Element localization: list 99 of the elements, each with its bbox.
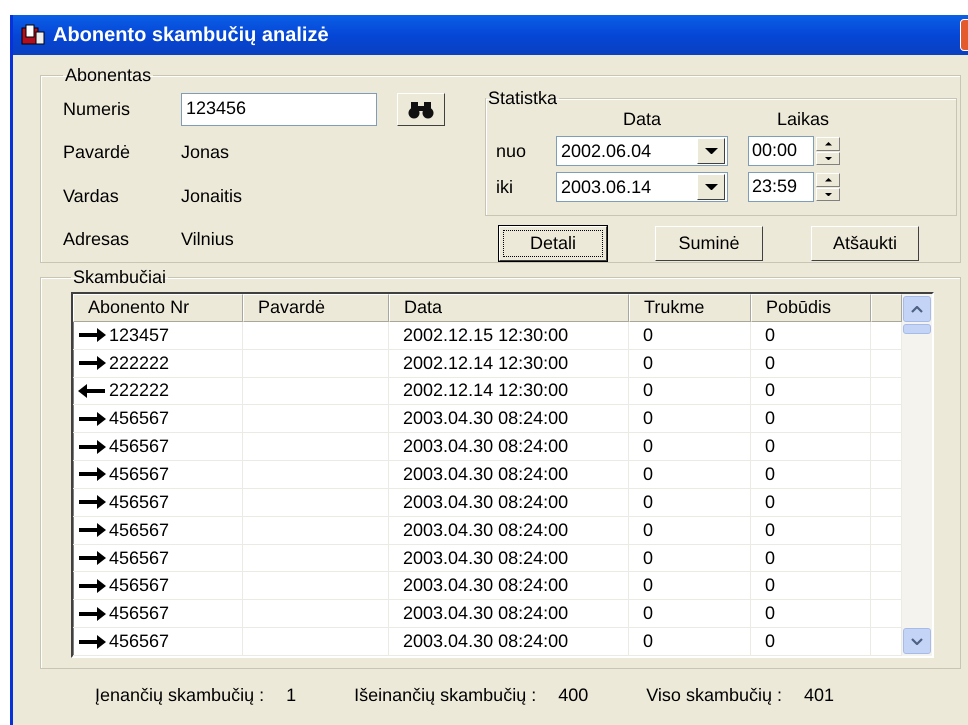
table-cell: 2003.04.30 08:24:00 bbox=[389, 405, 629, 434]
summary-label: Įenančių skambučių : bbox=[95, 685, 264, 706]
dropdown-arrow-icon bbox=[704, 184, 718, 190]
binoculars-icon bbox=[408, 100, 434, 119]
table-cell: 0 bbox=[629, 378, 751, 406]
summary-label: Viso skambučių : bbox=[646, 685, 782, 706]
table-cell: 2003.04.30 08:24:00 bbox=[389, 488, 629, 517]
search-button[interactable] bbox=[397, 93, 445, 126]
table-cell: 0 bbox=[629, 461, 751, 489]
table-cell: 456567 bbox=[73, 516, 243, 545]
field-label: Numeris bbox=[63, 98, 132, 122]
table-cell: 0 bbox=[629, 516, 751, 545]
table-cell: 2003.04.30 08:24:00 bbox=[389, 628, 629, 656]
table-cell: 123457 bbox=[73, 322, 243, 350]
table-cell: 2003.04.30 08:24:00 bbox=[389, 544, 629, 572]
dialog-button[interactable]: Detali bbox=[499, 226, 607, 261]
table-cell: 0 bbox=[629, 433, 751, 462]
up-arrow-icon bbox=[824, 178, 832, 182]
dropdown-arrow-icon bbox=[704, 148, 718, 154]
column-header[interactable]: Pavardė bbox=[243, 294, 389, 322]
table-cell: 456567 bbox=[73, 544, 243, 572]
window-title: Abonento skambučių analizė bbox=[53, 24, 329, 46]
table-cell: 0 bbox=[751, 322, 871, 350]
scrollbar[interactable] bbox=[902, 294, 932, 656]
table-cell: 2002.12.14 12:30:00 bbox=[389, 350, 629, 378]
spin-button[interactable] bbox=[816, 173, 840, 201]
date-dropdown[interactable]: 2002.06.04 bbox=[556, 136, 728, 166]
column-header[interactable]: Data bbox=[389, 294, 629, 322]
table-cell: 456567 bbox=[73, 600, 243, 628]
table-cell: 456567 bbox=[73, 572, 243, 600]
table-cell: 0 bbox=[751, 516, 871, 545]
table-cell: 2002.12.14 12:30:00 bbox=[389, 378, 629, 406]
table-cell: 0 bbox=[751, 572, 871, 600]
column-header[interactable]: Trukme bbox=[629, 294, 751, 322]
scroll-down-button[interactable] bbox=[903, 628, 931, 654]
field-value: Jonas bbox=[181, 141, 230, 164]
chevron-up-icon bbox=[911, 306, 923, 312]
field-value: Vilnius bbox=[181, 228, 235, 251]
column-header: Laikas bbox=[776, 109, 830, 130]
table-cell: 0 bbox=[751, 433, 871, 462]
table-cell: 0 bbox=[629, 600, 751, 628]
table-cell: 456567 bbox=[73, 405, 243, 434]
table-cell: 456567 bbox=[73, 461, 243, 489]
table-cell: 2003.04.30 08:24:00 bbox=[389, 433, 629, 462]
dialog-button[interactable]: Suminė bbox=[655, 226, 763, 261]
up-arrow-icon bbox=[824, 142, 832, 146]
number-input[interactable]: 123456 bbox=[181, 93, 377, 126]
column-header[interactable]: Pobūdis bbox=[751, 294, 871, 322]
down-arrow-icon bbox=[824, 156, 832, 160]
field-label: Adresas bbox=[63, 228, 130, 251]
field-value: Jonaitis bbox=[181, 184, 244, 208]
summary-label: Išeinančių skambučių : bbox=[354, 685, 536, 706]
down-arrow-icon bbox=[824, 192, 832, 196]
summary-value: 401 bbox=[804, 685, 834, 706]
table-cell: 2003.04.30 08:24:00 bbox=[389, 600, 629, 628]
table-cell: 0 bbox=[751, 628, 871, 656]
field-label: Pavardė bbox=[63, 141, 132, 164]
table-cell: 0 bbox=[751, 544, 871, 572]
table-cell: 0 bbox=[629, 350, 751, 378]
scroll-up-button[interactable] bbox=[903, 296, 931, 322]
column-header[interactable]: Abonento Nr bbox=[73, 294, 243, 322]
table-cell: 222222 bbox=[73, 350, 243, 378]
summary-value: 400 bbox=[558, 685, 588, 706]
table-cell: 456567 bbox=[73, 488, 243, 517]
table-cell: 0 bbox=[629, 322, 751, 350]
group-legend: Abonentas bbox=[63, 65, 154, 86]
group-legend: Skambučiai bbox=[71, 267, 168, 288]
table-cell: 0 bbox=[629, 544, 751, 572]
table-cell: 456567 bbox=[73, 628, 243, 656]
table-cell: 0 bbox=[751, 350, 871, 378]
time-field[interactable]: 23:59 bbox=[748, 172, 814, 202]
chevron-down-icon bbox=[911, 638, 923, 644]
table-cell: 2002.12.15 12:30:00 bbox=[389, 322, 629, 350]
table-cell: 2003.04.30 08:24:00 bbox=[389, 572, 629, 600]
table-cell: 0 bbox=[629, 572, 751, 600]
range-label: nuo bbox=[496, 140, 528, 162]
dialog-button[interactable]: Atšaukti bbox=[811, 226, 919, 261]
table-cell: 0 bbox=[751, 488, 871, 517]
group-legend: Statistka bbox=[486, 88, 560, 109]
table-cell: 0 bbox=[629, 488, 751, 517]
table-cell: 456567 bbox=[73, 433, 243, 462]
table-cell: 0 bbox=[751, 378, 871, 406]
table-cell: 0 bbox=[751, 461, 871, 489]
table-cell: 0 bbox=[629, 405, 751, 434]
table-cell: 0 bbox=[751, 405, 871, 434]
scroll-thumb[interactable] bbox=[903, 324, 931, 334]
date-dropdown[interactable]: 2003.06.14 bbox=[556, 172, 728, 202]
table-cell: 2003.04.30 08:24:00 bbox=[389, 461, 629, 489]
spin-button[interactable] bbox=[816, 137, 840, 165]
table-cell: 0 bbox=[629, 628, 751, 656]
summary-value: 1 bbox=[286, 685, 296, 706]
column-header: Data bbox=[622, 109, 662, 130]
time-field[interactable]: 00:00 bbox=[748, 136, 814, 166]
field-label: Vardas bbox=[63, 184, 120, 208]
book-icon bbox=[21, 24, 45, 46]
range-label: iki bbox=[496, 176, 514, 198]
table-cell: 2003.04.30 08:24:00 bbox=[389, 516, 629, 545]
table-cell: 222222 bbox=[73, 378, 243, 406]
table-cell: 0 bbox=[751, 600, 871, 628]
